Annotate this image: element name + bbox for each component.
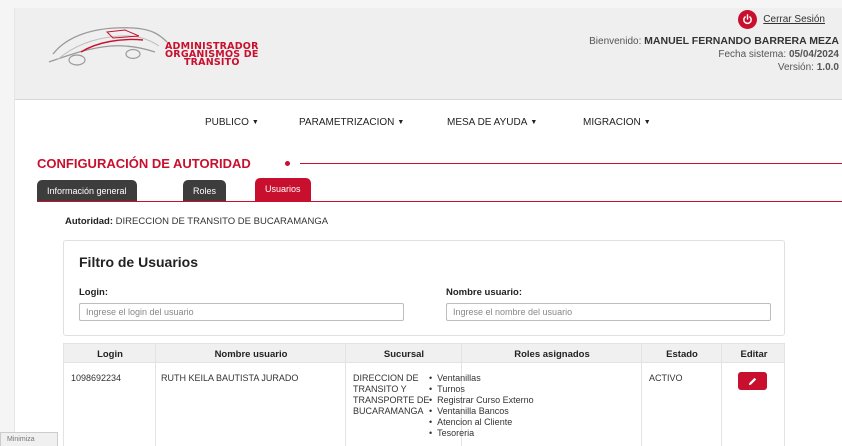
sucursal-line: TRANSPORTE DE	[353, 395, 430, 405]
header-roles-asignados: Roles asignados	[514, 349, 590, 360]
version-line: Versión: 1.0.0	[589, 61, 839, 74]
nav-label: MIGRACION	[583, 117, 641, 128]
title-divider	[300, 163, 842, 164]
pencil-icon	[748, 377, 757, 385]
role-item: Ventanilla Bancos	[429, 406, 534, 417]
tab-usuarios[interactable]: Usuarios	[255, 178, 311, 202]
app-page: ADMINISTRADOR ORGANISMOS DE TRÁNSITO Cer…	[14, 8, 842, 446]
caret-down-icon: ▼	[643, 119, 651, 126]
role-item: Registrar Curso Externo	[429, 395, 534, 406]
sucursal-line: BUCARAMANGA	[353, 406, 424, 416]
cell-estado: ACTIVO	[649, 373, 683, 383]
header-estado: Estado	[666, 349, 698, 360]
user-name-label: Nombre usuario:	[446, 287, 523, 298]
nav-label: PARAMETRIZACION	[299, 117, 395, 128]
system-date-line: Fecha sistema: 05/04/2024	[589, 48, 839, 61]
column-divider	[345, 343, 346, 446]
version-value: 1.0.0	[816, 62, 839, 73]
welcome-label: Bienvenido:	[589, 36, 642, 47]
sucursal-line: TRANSITO Y	[353, 384, 407, 394]
user-info: Cerrar Sesión Bienvenido: MANUEL FERNAND…	[589, 10, 839, 74]
app-logo[interactable]: ADMINISTRADOR ORGANISMOS DE TRÁNSITO	[47, 16, 267, 72]
cell-login: 1098692234	[71, 373, 122, 383]
system-date-label: Fecha sistema:	[718, 49, 787, 60]
nav-label: MESA DE AYUDA	[447, 117, 528, 128]
role-item: Atencion al Cliente	[429, 417, 534, 428]
tab-informacion-general[interactable]: Información general	[37, 180, 137, 202]
column-divider	[641, 343, 642, 446]
logout-link[interactable]: Cerrar Sesión	[763, 13, 825, 26]
user-name: MANUEL FERNANDO BARRERA MEZA	[644, 35, 839, 47]
cell-roles-asignados: Ventanillas Turnos Registrar Curso Exter…	[429, 373, 534, 439]
cell-sucursal: DIRECCION DE TRANSITO Y TRANSPORTE DE BU…	[353, 373, 429, 417]
autoridad-value: DIRECCION DE TRANSITO DE BUCARAMANGA	[115, 216, 329, 227]
logo-line-3: TRÁNSITO	[183, 57, 240, 68]
header-editar: Editar	[740, 349, 768, 360]
welcome-line: Bienvenido: MANUEL FERNANDO BARRERA MEZA	[589, 35, 839, 48]
sucursal-line: DIRECCION DE	[353, 373, 419, 383]
version-label: Versión:	[777, 62, 814, 73]
login-input[interactable]	[79, 303, 404, 321]
logo-wordmark: ADMINISTRADOR ORGANISMOS DE TRÁNSITO	[165, 42, 259, 68]
user-filter-panel: Filtro de Usuarios Login: Nombre usuario…	[63, 240, 785, 336]
user-name-input[interactable]	[446, 303, 771, 321]
caret-down-icon: ▼	[530, 119, 538, 126]
header-nombre-usuario: Nombre usuario	[214, 349, 288, 360]
edit-user-button[interactable]	[738, 372, 767, 390]
logout-control[interactable]: Cerrar Sesión	[738, 10, 839, 29]
tabs-underline	[37, 201, 842, 202]
filter-title: Filtro de Usuarios	[79, 254, 199, 270]
autoridad-line: Autoridad: DIRECCION DE TRANSITO DE BUCA…	[65, 216, 328, 227]
nav-item-parametrizacion[interactable]: PARAMETRIZACION ▼	[299, 117, 404, 128]
column-divider	[784, 343, 785, 446]
column-divider	[63, 343, 64, 446]
header-login: Login	[97, 349, 123, 360]
role-item: Ventanillas	[429, 373, 534, 384]
tab-roles[interactable]: Roles	[183, 180, 227, 202]
header-sucursal: Sucursal	[383, 349, 425, 360]
main-nav: PUBLICO ▼ PARAMETRIZACION ▼ MESA DE AYUDA ▼…	[15, 100, 842, 152]
cell-nombre-usuario: RUTH KEILA BAUTISTA JURADO	[161, 373, 299, 383]
role-item: Turnos	[429, 384, 534, 395]
nav-item-publico[interactable]: PUBLICO ▼	[205, 117, 259, 128]
table-header: Login Nombre usuario Sucursal Roles asig…	[63, 343, 785, 363]
title-dot	[285, 161, 290, 166]
power-icon[interactable]	[738, 10, 758, 29]
nav-item-migracion[interactable]: MIGRACION ▼	[583, 117, 651, 128]
role-item: Tesoreria	[429, 428, 534, 439]
caret-down-icon: ▼	[397, 119, 405, 126]
caret-down-icon: ▼	[251, 119, 259, 126]
column-divider	[155, 343, 156, 446]
login-label: Login:	[79, 287, 109, 298]
column-divider	[721, 343, 722, 446]
nav-item-mesa-de-ayuda[interactable]: MESA DE AYUDA ▼	[447, 117, 537, 128]
app-header: ADMINISTRADOR ORGANISMOS DE TRÁNSITO Cer…	[15, 8, 842, 100]
section-title: CONFIGURACIÓN DE AUTORIDAD	[37, 156, 251, 171]
minimize-tab[interactable]: Minimiza	[0, 432, 58, 446]
autoridad-label: Autoridad:	[65, 216, 114, 227]
system-date-value: 05/04/2024	[788, 49, 839, 60]
nav-label: PUBLICO	[205, 117, 249, 128]
